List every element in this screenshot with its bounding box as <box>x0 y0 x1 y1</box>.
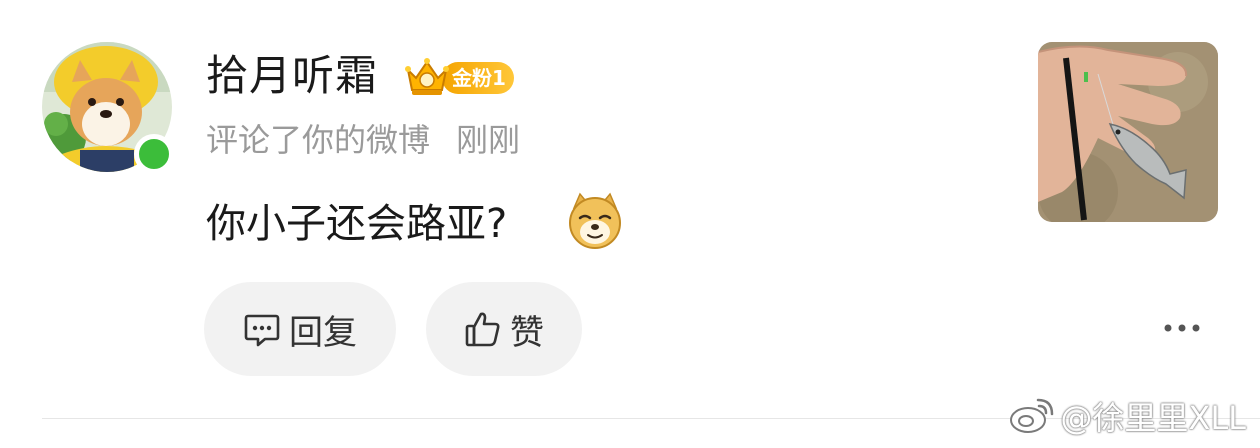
post-thumbnail[interactable] <box>1038 42 1218 222</box>
notification-meta: 评论了你的微博 刚刚 <box>206 118 520 162</box>
action-text: 评论了你的微博 <box>206 121 431 159</box>
online-status-indicator <box>134 134 174 174</box>
user-avatar[interactable] <box>42 42 174 174</box>
crown-icon <box>405 58 449 95</box>
watermark: @徐里里XLL <box>1008 394 1246 438</box>
comment-bubble-icon <box>244 314 280 347</box>
weibo-logo-icon <box>1010 398 1054 433</box>
badge-label: 金粉1 <box>452 66 506 90</box>
comment-text: 你小子还会路亚? <box>206 201 508 247</box>
watermark-text: @徐里里XLL <box>1060 399 1246 437</box>
like-button[interactable]: 赞 <box>426 282 582 376</box>
notification-item[interactable]: 拾月听霜 金粉1 评论了你的微博 刚刚 你小子还会路亚? 回复 赞 @徐里里XL… <box>0 0 1260 448</box>
reply-button[interactable]: 回复 <box>204 282 396 376</box>
more-options-icon[interactable] <box>1162 316 1202 340</box>
fish-photo-image <box>1038 42 1218 222</box>
like-label: 赞 <box>510 312 544 353</box>
thumbs-up-icon <box>465 312 500 347</box>
username[interactable]: 拾月听霜 <box>206 48 378 104</box>
doge-emoji-icon <box>569 192 621 249</box>
timestamp: 刚刚 <box>456 121 521 159</box>
reply-label: 回复 <box>289 312 357 353</box>
fan-level-badge[interactable]: 金粉1 <box>404 56 514 98</box>
